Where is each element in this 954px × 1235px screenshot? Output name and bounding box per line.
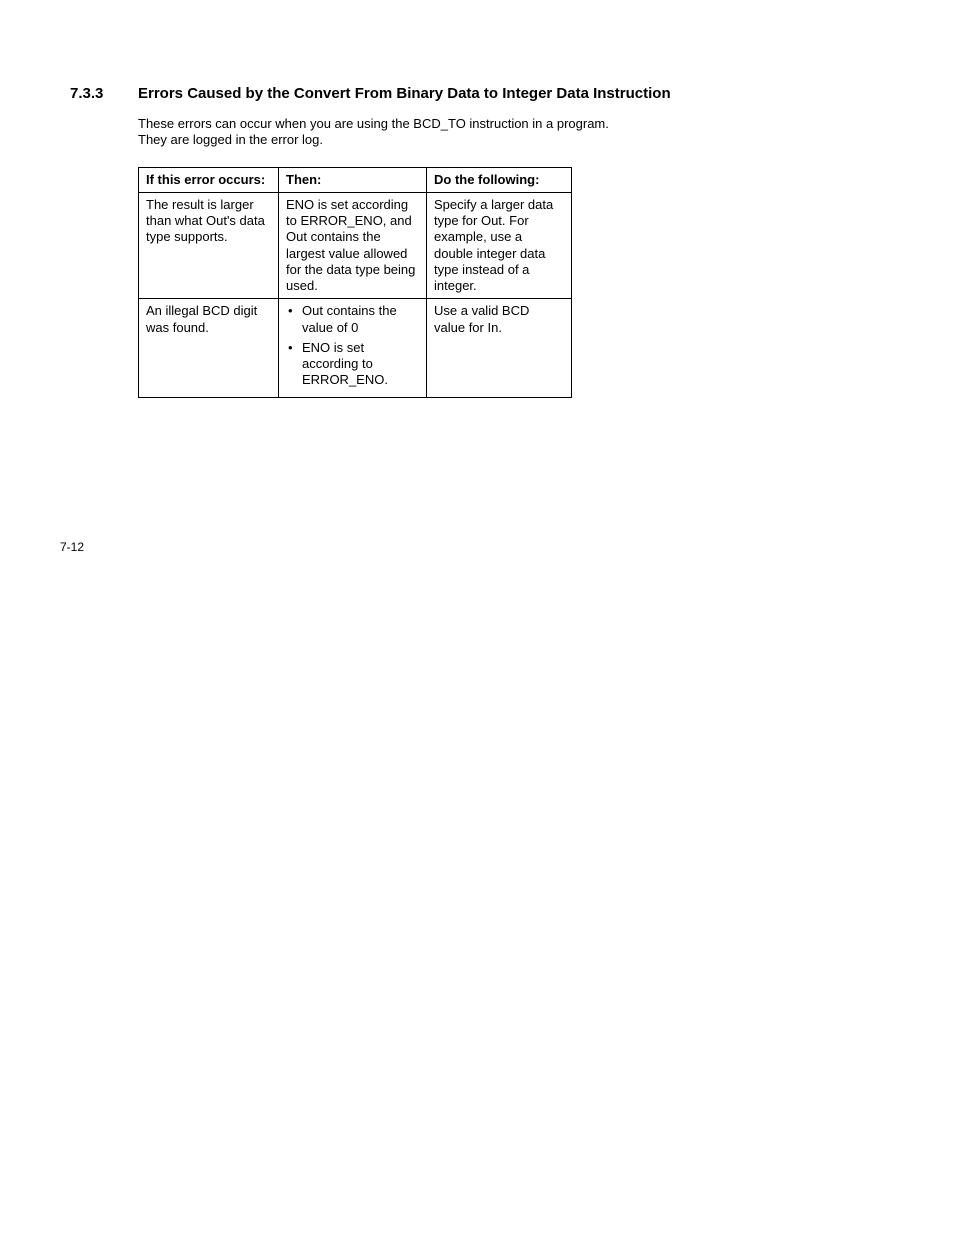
bullet-item: ENO is set according to ERROR_ENO. (302, 340, 419, 389)
cell-action: Use a valid BCD value for In. (427, 299, 572, 397)
section-heading: 7.3.3 Errors Caused by the Convert From … (70, 85, 884, 102)
cell-action: Specify a larger data type for Out. For … (427, 192, 572, 299)
table-row: An illegal BCD digit was found. Out cont… (139, 299, 572, 397)
cell-error: An illegal BCD digit was found. (139, 299, 279, 397)
section-number: 7.3.3 (70, 85, 138, 102)
cell-then: Out contains the value of 0 ENO is set a… (279, 299, 427, 397)
table-row: The result is larger than what Out's dat… (139, 192, 572, 299)
page-number: 7-12 (60, 540, 84, 554)
section-title: Errors Caused by the Convert From Binary… (138, 85, 671, 102)
bullet-item: Out contains the value of 0 (302, 303, 419, 336)
errors-table: If this error occurs: Then: Do the follo… (138, 167, 572, 398)
cell-then: ENO is set according to ERROR_ENO, and O… (279, 192, 427, 299)
table-header-error: If this error occurs: (139, 167, 279, 192)
table-header-then: Then: (279, 167, 427, 192)
table-header-action: Do the following: (427, 167, 572, 192)
cell-error: The result is larger than what Out's dat… (139, 192, 279, 299)
intro-paragraph: These errors can occur when you are usin… (138, 116, 628, 149)
